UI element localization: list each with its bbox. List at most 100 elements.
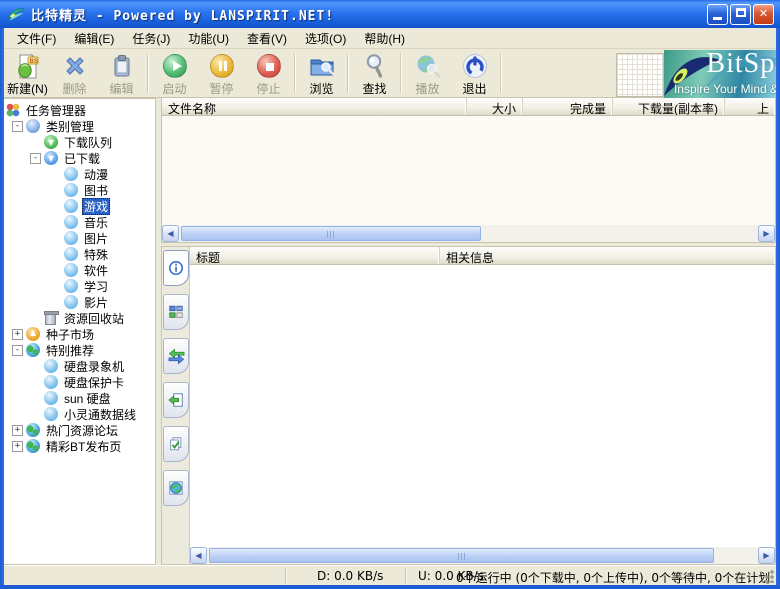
tree-item-movies[interactable]: 影片 [4, 294, 155, 310]
category-ball-icon [64, 247, 78, 261]
scroll-track[interactable] [179, 225, 758, 242]
delete-button[interactable]: 删除 [51, 50, 98, 97]
tab-transfer[interactable] [163, 338, 189, 374]
expand-toggle[interactable]: + [12, 441, 23, 452]
category-ball-icon [64, 231, 78, 245]
column-upload[interactable]: 上 [725, 98, 775, 115]
tree-item-downloaded[interactable]: - 已下载 [4, 150, 155, 166]
expand-toggle[interactable]: + [12, 329, 23, 340]
tree-item-bt-publish[interactable]: + 精彩BT发布页 [4, 438, 155, 454]
tree-item-software[interactable]: 软件 [4, 262, 155, 278]
resize-grip[interactable] [762, 570, 775, 583]
tree-item-sun-hdd[interactable]: sun 硬盘 [4, 390, 155, 406]
tab-files[interactable] [163, 426, 189, 462]
menu-edit[interactable]: 编辑(E) [65, 28, 123, 49]
toolbar-separator [500, 54, 502, 93]
scroll-thumb[interactable] [209, 548, 714, 563]
toolbar-separator [400, 54, 402, 93]
transfer-icon [168, 348, 185, 365]
category-ball-icon [44, 359, 58, 373]
scroll-left-icon[interactable]: ◀ [162, 225, 179, 242]
tab-import[interactable] [163, 382, 189, 418]
tab-general-info[interactable] [163, 250, 189, 286]
detail-tabstrip [162, 247, 190, 564]
menu-view[interactable]: 查看(V) [238, 28, 296, 49]
menu-file[interactable]: 文件(F) [8, 28, 65, 49]
browse-icon [309, 53, 335, 79]
play-icon [415, 53, 441, 79]
tree-item-special-recommend[interactable]: - 特别推荐 [4, 342, 155, 358]
tree-item-music[interactable]: 音乐 [4, 214, 155, 230]
new-task-button[interactable]: BS 新建(N) [4, 50, 51, 97]
scroll-left-icon[interactable]: ◀ [190, 547, 207, 564]
category-ball-icon [64, 263, 78, 277]
tree-item-books[interactable]: 图书 [4, 182, 155, 198]
tree-item-download-queue[interactable]: 下载队列 [4, 134, 155, 150]
tree-item-category-mgmt[interactable]: - 类别管理 [4, 118, 155, 134]
browse-button[interactable]: 浏览 [298, 50, 345, 97]
menu-bar: 文件(F) 编辑(E) 任务(J) 功能(U) 查看(V) 选项(O) 帮助(H… [4, 28, 776, 49]
detail-body[interactable] [190, 265, 775, 547]
tree-item-pictures[interactable]: 图片 [4, 230, 155, 246]
expand-toggle[interactable]: + [12, 425, 23, 436]
window-border-left [0, 28, 4, 589]
edit-button[interactable]: 编辑 [98, 50, 145, 97]
tab-web[interactable] [163, 470, 189, 506]
column-completed[interactable]: 完成量 [523, 98, 613, 115]
files-icon [168, 436, 184, 452]
scroll-right-icon[interactable]: ▶ [758, 225, 775, 242]
maximize-button[interactable] [730, 4, 751, 25]
status-bar: D: 0.0 KB/s U: 0.0 KB/s 0个运行中 (0个下载中, 0个… [4, 565, 776, 585]
category-ball-icon [64, 215, 78, 229]
category-ball-icon [64, 183, 78, 197]
tree-item-seed-market[interactable]: + 种子市场 [4, 326, 155, 342]
tree-item-games[interactable]: 游戏 [4, 198, 155, 214]
collapse-toggle[interactable]: - [12, 121, 23, 132]
toolbar-label: 暂停 [209, 80, 233, 97]
menu-options[interactable]: 选项(O) [296, 28, 355, 49]
column-size[interactable]: 大小 [467, 98, 523, 115]
right-pane: 文件名称 大小 完成量 下载量(副本率) 上 ◀ ▶ [161, 98, 776, 565]
tree-item-special[interactable]: 特殊 [4, 246, 155, 262]
detail-hscrollbar[interactable]: ◀ ▶ [190, 547, 775, 564]
tree-item-anime[interactable]: 动漫 [4, 166, 155, 182]
tab-pieces[interactable] [163, 294, 189, 330]
main-area: 任务管理器 - 类别管理 下载队列 - 已下载 动漫 [4, 98, 776, 565]
column-downloaded[interactable]: 下载量(副本率) [613, 98, 725, 115]
exit-button[interactable]: 退出 [451, 50, 498, 97]
speed-graph [616, 53, 664, 97]
collapse-toggle[interactable]: - [30, 153, 41, 164]
scroll-thumb[interactable] [181, 226, 481, 241]
column-title[interactable]: 标题 [190, 247, 440, 264]
tree-item-hot-forum[interactable]: + 热门资源论坛 [4, 422, 155, 438]
tree-item-task-manager[interactable]: 任务管理器 [4, 102, 155, 118]
tree-item-phs-cable[interactable]: 小灵通数据线 [4, 406, 155, 422]
start-button[interactable]: 启动 [151, 50, 198, 97]
play-button[interactable]: 播放 [404, 50, 451, 97]
stop-button[interactable]: 停止 [245, 50, 292, 97]
toolbar-separator [347, 54, 349, 93]
menu-function[interactable]: 功能(U) [179, 28, 238, 49]
tree-item-recycle-bin[interactable]: 资源回收站 [4, 310, 155, 326]
category-ball-icon [44, 375, 58, 389]
scroll-right-icon[interactable]: ▶ [758, 547, 775, 564]
pause-button[interactable]: 暂停 [198, 50, 245, 97]
menu-help[interactable]: 帮助(H) [355, 28, 414, 49]
column-related-info[interactable]: 相关信息 [440, 247, 775, 264]
menu-task[interactable]: 任务(J) [123, 28, 179, 49]
window-title: 比特精灵 - Powered by LANSPIRIT.NET! [31, 5, 707, 24]
tree-item-study[interactable]: 学习 [4, 278, 155, 294]
scroll-track[interactable] [207, 547, 758, 564]
task-list-body[interactable] [162, 116, 775, 225]
close-button[interactable]: ✕ [753, 4, 774, 25]
tree-item-hdd-recorder[interactable]: 硬盘录象机 [4, 358, 155, 374]
task-list-hscrollbar[interactable]: ◀ ▶ [162, 225, 775, 242]
collapse-toggle[interactable]: - [12, 345, 23, 356]
minimize-button[interactable] [707, 4, 728, 25]
bitspirit-banner: BitSpi Inspire Your Mind & [664, 50, 776, 98]
exit-icon [462, 53, 488, 79]
find-button[interactable]: 查找 [351, 50, 398, 97]
task-list-header: 文件名称 大小 完成量 下载量(副本率) 上 [162, 98, 775, 116]
tree-item-hdd-card[interactable]: 硬盘保护卡 [4, 374, 155, 390]
column-file-name[interactable]: 文件名称 [162, 98, 467, 115]
